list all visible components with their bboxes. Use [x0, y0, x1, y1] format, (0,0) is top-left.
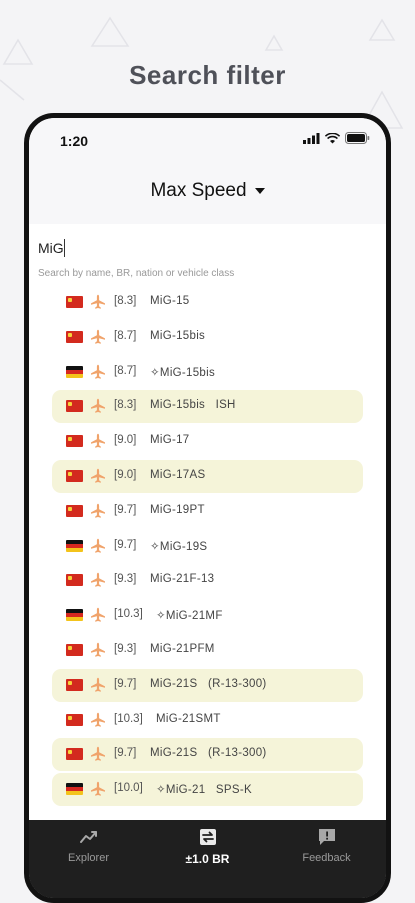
vehicle-row[interactable]: [9.7] MiG-21S (R-13-300) — [52, 738, 363, 772]
ussr-flag-icon — [66, 504, 83, 517]
ussr-flag-icon — [66, 296, 83, 308]
feedback-icon — [317, 828, 337, 846]
vehicle-br: [9.7] — [114, 503, 137, 516]
ussr-flag-icon — [66, 748, 83, 761]
ussr-flag-icon — [66, 470, 83, 482]
vehicle-name: MiG-17AS — [150, 469, 206, 481]
battery-icon — [345, 132, 370, 144]
germany-flag-icon — [66, 783, 83, 796]
ussr-flag-icon — [66, 435, 83, 448]
vehicle-name: MiG-21F-13 — [150, 573, 215, 586]
vehicle-name: MiG-15bis ISH — [150, 399, 236, 412]
vehicle-row[interactable]: [10.3] MiG-21SMT — [52, 704, 363, 737]
vehicle-row[interactable]: [9.3] MiG-21F-13 — [52, 564, 363, 597]
ussr-flag-icon — [66, 400, 83, 413]
search-hint: Search by name, BR, nation or vehicle cl… — [38, 268, 235, 279]
search-area: Search by name, BR, nation or vehicle cl… — [29, 224, 386, 284]
vehicle-name: MiG-21SMT — [156, 712, 221, 725]
swap-icon — [198, 828, 218, 846]
jet-icon — [90, 746, 106, 762]
vehicle-row[interactable]: [9.7] MiG-19PT — [52, 495, 363, 528]
vehicle-name: MiG-15bis — [150, 329, 206, 342]
vehicle-name: MiG-17 — [150, 434, 190, 447]
germany-flag-icon — [66, 365, 83, 378]
status-icons — [303, 132, 370, 144]
vehicle-row[interactable]: [9.7] MiG-21S (R-13-300) — [52, 668, 363, 702]
ussr-flag-icon — [66, 330, 83, 343]
jet-icon — [90, 607, 106, 623]
vehicle-row[interactable]: [8.7] ✧MiG-15bis — [52, 356, 363, 389]
vehicle-row[interactable]: [8.3] MiG-15 — [52, 286, 363, 319]
jet-icon — [90, 712, 106, 728]
vehicle-row[interactable]: [9.3] MiG-21PFM — [52, 634, 363, 667]
jet-icon — [90, 572, 106, 588]
vehicle-br: [8.7] — [114, 364, 137, 377]
app-header: Max Speed — [29, 158, 386, 224]
ussr-flag-icon — [66, 574, 83, 587]
vehicle-br: [9.7] — [114, 538, 137, 551]
jet-icon — [90, 294, 106, 310]
vehicle-br: [9.7] — [114, 747, 137, 760]
jet-icon — [90, 538, 106, 554]
vehicle-row[interactable]: [8.3] MiG-15bis ISH — [52, 390, 363, 424]
app-screen: 1:20 Max Speed MiG Search by name, BR, n… — [29, 118, 386, 898]
home-indicator-area — [29, 870, 386, 898]
jet-icon — [90, 781, 106, 797]
text-cursor — [64, 239, 65, 257]
vehicle-name: ✧MiG-15bis — [150, 366, 216, 379]
phone-frame: 1:20 Max Speed MiG Search by name, BR, n… — [24, 113, 391, 903]
vehicle-br: [10.3] — [114, 608, 143, 621]
vehicle-name: ✧MiG-21 SPS-K — [156, 784, 252, 797]
vehicle-br: [9.0] — [114, 434, 137, 447]
jet-icon — [90, 642, 106, 658]
vehicle-br: [9.3] — [114, 643, 137, 655]
ussr-flag-icon — [66, 678, 83, 691]
vehicle-br: [8.3] — [114, 295, 137, 307]
wifi-icon — [325, 132, 340, 143]
jet-icon — [90, 364, 106, 380]
vehicle-name: MiG-21S (R-13-300) — [150, 747, 267, 760]
signal-icon — [303, 132, 320, 144]
vehicle-br: [9.7] — [114, 677, 137, 690]
vehicle-name: MiG-21PFM — [150, 643, 215, 655]
vehicle-name: ✧MiG-19S — [150, 540, 208, 553]
germany-flag-icon — [66, 539, 83, 552]
ussr-flag-icon — [66, 644, 83, 656]
vehicle-name: MiG-21S (R-13-300) — [150, 677, 267, 690]
vehicle-br: [9.0] — [114, 469, 137, 481]
jet-icon — [90, 398, 106, 414]
ussr-flag-icon — [66, 713, 83, 726]
vehicle-name: MiG-15 — [150, 295, 190, 307]
tab-label: Feedback — [302, 852, 351, 864]
tab-label: ±1.0 BR — [185, 852, 230, 866]
jet-icon — [90, 677, 106, 693]
vehicle-row[interactable]: [8.7] MiG-15bis — [52, 321, 363, 354]
status-time: 1:20 — [60, 133, 89, 149]
jet-icon — [90, 468, 106, 484]
page-title: Search filter — [129, 60, 286, 90]
jet-icon — [90, 503, 106, 519]
sort-selector[interactable]: Max Speed — [29, 180, 386, 202]
tab-label: Explorer — [68, 852, 109, 864]
vehicle-br: [10.3] — [114, 712, 143, 725]
vehicle-row[interactable]: [10.3] ✧MiG-21MF — [52, 599, 363, 632]
vehicle-br: [8.7] — [114, 329, 137, 342]
jet-icon — [90, 433, 106, 449]
status-bar: 1:20 — [29, 118, 386, 158]
sort-label: Max Speed — [150, 180, 247, 201]
search-input[interactable] — [38, 238, 358, 258]
vehicle-row[interactable]: [10.0] ✧MiG-21 SPS-K — [52, 773, 363, 807]
caret-down-icon — [254, 188, 265, 194]
germany-flag-icon — [66, 609, 83, 622]
vehicle-br: [9.3] — [114, 573, 137, 586]
vehicle-row[interactable]: [9.0] MiG-17 — [52, 425, 363, 458]
vehicle-name: MiG-19PT — [150, 503, 205, 516]
vehicle-br: [8.3] — [114, 399, 137, 412]
vehicle-br: [10.0] — [114, 782, 143, 795]
jet-icon — [90, 329, 106, 345]
vehicle-row[interactable]: [9.0] MiG-17AS — [52, 460, 363, 493]
vehicle-name: ✧MiG-21MF — [156, 610, 223, 623]
vehicle-row[interactable]: [9.7] ✧MiG-19S — [52, 530, 363, 563]
chart-line-icon — [79, 828, 99, 846]
